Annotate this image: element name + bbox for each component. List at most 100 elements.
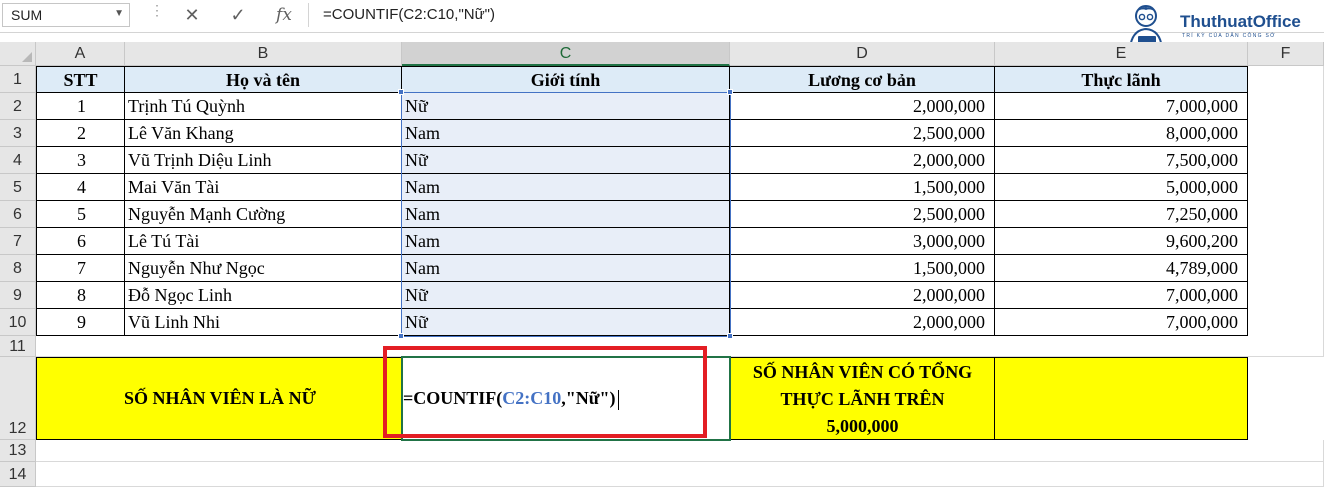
row-header-8[interactable]: 8 xyxy=(0,255,36,282)
row-header-5[interactable]: 5 xyxy=(0,174,36,201)
chevron-down-icon[interactable]: ▼ xyxy=(114,8,124,19)
range-handle-bottom-right[interactable] xyxy=(727,333,733,339)
gender-cell[interactable]: Nam xyxy=(402,174,730,201)
stt-cell-text: 7 xyxy=(77,258,86,278)
stt-cell[interactable]: 3 xyxy=(36,147,125,174)
base-salary-cell[interactable]: 2,000,000 xyxy=(730,282,995,309)
gender-cell[interactable]: Nam xyxy=(402,201,730,228)
gender-cell[interactable]: Nữ xyxy=(402,147,730,174)
name-cell[interactable]: Mai Văn Tài xyxy=(125,174,402,201)
net-salary-cell-text: 7,000,000 xyxy=(1166,96,1238,116)
net-salary-cell[interactable]: 8,000,000 xyxy=(995,120,1248,147)
stt-cell[interactable]: 6 xyxy=(36,228,125,255)
gender-cell[interactable]: Nam xyxy=(402,255,730,282)
gender-cell-text: Nữ xyxy=(405,285,428,305)
row-header-12[interactable]: 12 xyxy=(0,357,36,440)
check-icon[interactable]: ✓ xyxy=(224,3,252,27)
net-salary-cell[interactable]: 7,000,000 xyxy=(995,309,1248,336)
header-cell-name[interactable]: Họ và tên xyxy=(125,66,402,93)
stt-cell[interactable]: 5 xyxy=(36,201,125,228)
name-cell[interactable]: Đỗ Ngọc Linh xyxy=(125,282,402,309)
net-salary-cell-text: 9,600,200 xyxy=(1166,231,1238,251)
high-pay-value-cell[interactable] xyxy=(995,357,1248,440)
row-14-cells[interactable] xyxy=(36,462,1324,487)
row-header-7[interactable]: 7 xyxy=(0,228,36,255)
net-salary-cell[interactable]: 7,000,000 xyxy=(995,93,1248,120)
name-cell[interactable]: Lê Văn Khang xyxy=(125,120,402,147)
header-cell-base-salary[interactable]: Lương cơ bản xyxy=(730,66,995,93)
row-header-4[interactable]: 4 xyxy=(0,147,36,174)
name-cell[interactable]: Lê Tú Tài xyxy=(125,228,402,255)
base-salary-cell[interactable]: 2,000,000 xyxy=(730,147,995,174)
base-salary-cell[interactable]: 1,500,000 xyxy=(730,255,995,282)
column-header-e[interactable]: E xyxy=(995,42,1248,66)
header-cell-gender[interactable]: Giới tính xyxy=(402,66,730,93)
stt-cell[interactable]: 9 xyxy=(36,309,125,336)
stt-cell[interactable]: 8 xyxy=(36,282,125,309)
stt-cell-text: 1 xyxy=(77,96,86,116)
cancel-icon[interactable]: ✕ xyxy=(178,3,206,27)
row-header-3[interactable]: 3 xyxy=(0,120,36,147)
gender-cell-text: Nam xyxy=(405,258,440,278)
base-salary-cell[interactable]: 2,000,000 xyxy=(730,309,995,336)
net-salary-cell[interactable]: 4,789,000 xyxy=(995,255,1248,282)
editing-formula[interactable]: =COUNTIF(C2:C10,"Nữ") xyxy=(403,388,619,410)
name-cell[interactable]: Vũ Linh Nhi xyxy=(125,309,402,336)
select-all-button[interactable] xyxy=(0,42,36,66)
name-box[interactable]: SUM ▼ xyxy=(2,3,130,27)
stt-cell[interactable]: 4 xyxy=(36,174,125,201)
gender-cell[interactable]: Nữ xyxy=(402,93,730,120)
row-header-13[interactable]: 13 xyxy=(0,440,36,462)
column-header-c[interactable]: C xyxy=(402,42,730,66)
base-salary-cell[interactable]: 3,000,000 xyxy=(730,228,995,255)
gender-cell[interactable]: Nữ xyxy=(402,309,730,336)
base-salary-cell[interactable]: 2,500,000 xyxy=(730,120,995,147)
name-cell[interactable]: Nguyễn Mạnh Cường xyxy=(125,201,402,228)
net-salary-cell[interactable]: 7,500,000 xyxy=(995,147,1248,174)
row-header-14[interactable]: 14 xyxy=(0,462,36,487)
row-header-9[interactable]: 9 xyxy=(0,282,36,309)
range-handle-top-right[interactable] xyxy=(727,89,733,95)
net-salary-cell[interactable]: 7,250,000 xyxy=(995,201,1248,228)
base-salary-cell[interactable]: 1,500,000 xyxy=(730,174,995,201)
stt-cell[interactable]: 2 xyxy=(36,120,125,147)
stt-cell[interactable]: 1 xyxy=(36,93,125,120)
row-header-10[interactable]: 10 xyxy=(0,309,36,336)
column-header-d[interactable]: D xyxy=(730,42,995,66)
range-handle-bottom-left[interactable] xyxy=(398,333,404,339)
gender-cell[interactable]: Nam xyxy=(402,228,730,255)
header-cell-net-salary[interactable]: Thực lãnh xyxy=(995,66,1248,93)
column-header-a[interactable]: A xyxy=(36,42,125,66)
stt-cell[interactable]: 7 xyxy=(36,255,125,282)
formula-bar: SUM ▼ ⋮ ✕ ✓ fx =COUNTIF(C2:C10,"Nữ") Thu… xyxy=(0,0,1324,49)
header-cell-stt[interactable]: STT xyxy=(36,66,125,93)
column-f-cells[interactable] xyxy=(1248,66,1324,336)
drag-handle-icon[interactable]: ⋮ xyxy=(150,3,164,24)
gender-cell[interactable]: Nữ xyxy=(402,282,730,309)
base-salary-cell[interactable]: 2,000,000 xyxy=(730,93,995,120)
net-salary-cell[interactable]: 7,000,000 xyxy=(995,282,1248,309)
female-count-label-cell[interactable]: SỐ NHÂN VIÊN LÀ NỮ xyxy=(36,357,402,440)
row-13-cells[interactable] xyxy=(36,440,1324,462)
name-cell[interactable]: Trịnh Tú Quỳnh xyxy=(125,93,402,120)
range-handle-top-left[interactable] xyxy=(398,89,404,95)
stt-cell-text: 6 xyxy=(77,231,86,251)
row-header-6[interactable]: 6 xyxy=(0,201,36,228)
row-header-11[interactable]: 11 xyxy=(0,336,36,357)
formula-input[interactable]: =COUNTIF(C2:C10,"Nữ") xyxy=(308,3,1209,27)
column-header-f[interactable]: F xyxy=(1248,42,1324,66)
high-pay-label-line3: 5,000,000 xyxy=(826,416,899,436)
base-salary-cell[interactable]: 2,500,000 xyxy=(730,201,995,228)
row-header-2[interactable]: 2 xyxy=(0,93,36,120)
name-cell[interactable]: Vũ Trịnh Diệu Linh xyxy=(125,147,402,174)
insert-function-icon[interactable]: fx xyxy=(270,3,298,27)
name-cell[interactable]: Nguyễn Như Ngọc xyxy=(125,255,402,282)
net-salary-cell[interactable]: 9,600,200 xyxy=(995,228,1248,255)
high-pay-label-cell[interactable]: SỐ NHÂN VIÊN CÓ TỔNG THỰC LÃNH TRÊN 5,00… xyxy=(730,357,995,440)
stt-cell-text: 3 xyxy=(77,150,86,170)
net-salary-cell[interactable]: 5,000,000 xyxy=(995,174,1248,201)
column-header-b[interactable]: B xyxy=(125,42,402,66)
gender-cell[interactable]: Nam xyxy=(402,120,730,147)
row-11-cells[interactable] xyxy=(36,336,1324,357)
row-header-1[interactable]: 1 xyxy=(0,66,36,93)
